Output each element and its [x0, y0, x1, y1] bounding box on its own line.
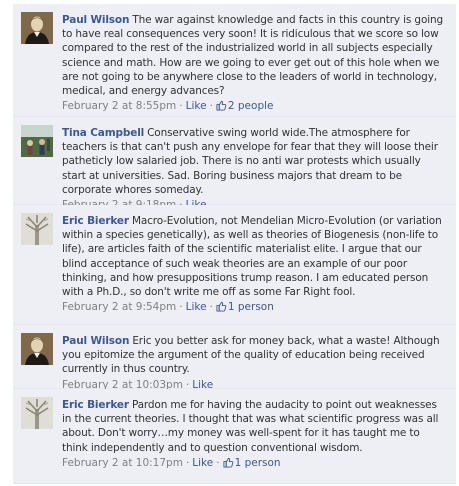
comment: Eric Bierker Pardon me for having the aud… [13, 389, 456, 484]
tree-avatar[interactable] [21, 397, 53, 429]
comment-body: Eric Bierker Macro-Evolution, not Mendeli… [62, 214, 446, 299]
meta-separator: · [185, 456, 190, 469]
comment-body: Eric Bierker Pardon me for having the aud… [62, 398, 446, 455]
comment-timestamp[interactable]: February 2 at 10:17pm [62, 457, 183, 469]
comment-author-link[interactable]: Paul Wilson [62, 335, 129, 347]
meta-separator: · [209, 301, 213, 314]
like-count-text: 1 person [234, 456, 281, 469]
meta-separator: · [216, 456, 220, 469]
portrait-avatar[interactable] [21, 12, 53, 44]
comment-body: Paul Wilson Eric you better ask for money… [62, 334, 446, 377]
meta-separator: · [179, 301, 183, 314]
like-link[interactable]: Like [186, 301, 207, 313]
like-count-link[interactable]: 2 people [216, 100, 274, 113]
comment-timestamp[interactable]: February 2 at 9:54pm [62, 301, 176, 313]
like-count-link[interactable]: 1 person [216, 301, 274, 313]
comment-meta: February 2 at 9:54pm · Like · 1 person [62, 300, 446, 314]
like-count-link[interactable]: 1 person [223, 457, 281, 469]
comment-timestamp[interactable]: February 2 at 8:55pm [62, 100, 176, 112]
comment-author-link[interactable]: Eric Bierker [62, 215, 129, 227]
like-count-text: 1 person [227, 301, 274, 314]
comment-body: Tina Campbell Conservative swing world wi… [62, 126, 446, 197]
thumbs-up-icon [223, 457, 234, 468]
comment: Paul Wilson The war against knowledge and… [13, 4, 456, 117]
comment-author-link[interactable]: Tina Campbell [62, 127, 144, 139]
thumbs-up-icon [216, 301, 227, 312]
comment-meta: February 2 at 8:55pm · Like · 2 people [62, 99, 446, 113]
like-link[interactable]: Like [186, 100, 207, 112]
meta-separator: · [209, 100, 213, 113]
comment-body: Paul Wilson The war against knowledge and… [62, 13, 446, 98]
comment: Paul Wilson Eric you better ask for money… [13, 325, 456, 391]
like-link[interactable]: Like [192, 457, 213, 469]
comment-text: Macro-Evolution, not Mendelian Micro-Evo… [62, 215, 442, 299]
tree-avatar[interactable] [21, 213, 53, 245]
comment-thread: Paul Wilson The war against knowledge and… [13, 4, 456, 484]
comment-author-link[interactable]: Eric Bierker [62, 399, 129, 411]
thumbs-up-icon [216, 100, 227, 111]
comment: Tina Campbell Conservative swing world wi… [13, 117, 456, 211]
outdoor-photo-avatar[interactable] [21, 125, 53, 157]
like-count-text: 2 people [227, 100, 274, 113]
comment-author-link[interactable]: Paul Wilson [62, 14, 129, 26]
comment-text: The war against knowledge and facts in t… [62, 14, 444, 98]
portrait-avatar[interactable] [21, 333, 53, 365]
comment: Eric Bierker Macro-Evolution, not Mendeli… [13, 205, 456, 325]
comment-meta: February 2 at 10:17pm · Like · 1 person [62, 456, 446, 470]
meta-separator: · [179, 100, 183, 113]
